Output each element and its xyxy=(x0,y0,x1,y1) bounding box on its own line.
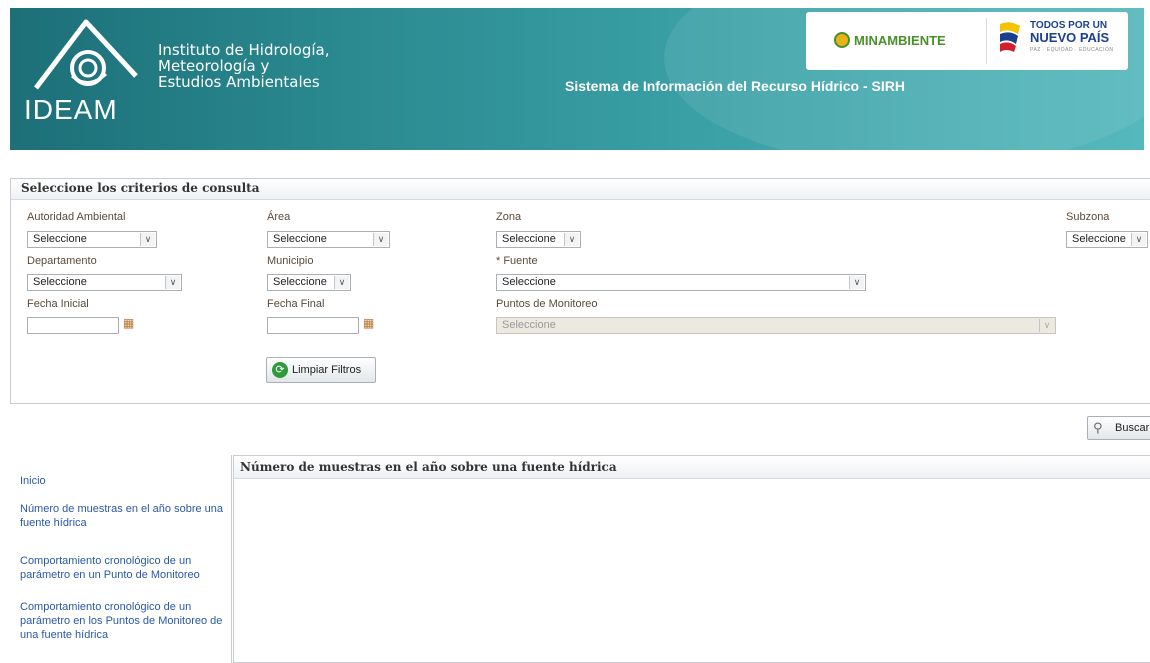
calendar-icon[interactable]: ▦ xyxy=(363,315,379,331)
report-panel: Número de muestras en el año sobre una f… xyxy=(233,455,1150,663)
search-label: Buscar xyxy=(1115,422,1150,434)
logo-text: IDEAM xyxy=(24,94,118,125)
fecha-final-label: Fecha Final xyxy=(267,298,325,310)
brand-divider xyxy=(986,18,987,64)
institute-line: Estudios Ambientales xyxy=(158,73,320,91)
gov-text-line2: NUEVO PAÍS xyxy=(1030,30,1110,45)
chevron-down-icon: ∨ xyxy=(334,276,349,289)
zona-label: Zona xyxy=(496,211,522,223)
gov-text-line3: PAZ · EQUIDAD · EDUCACIÓN xyxy=(1030,47,1114,53)
puntos-label: Puntos de Monitoreo xyxy=(496,298,598,310)
chevron-down-icon: ∨ xyxy=(849,276,864,289)
system-title: Sistema de Información del Recurso Hídri… xyxy=(565,78,905,94)
area-value: Seleccione xyxy=(273,233,327,245)
institute-name: Instituto de Hidrología, Meteorología y … xyxy=(158,42,398,90)
minambiente-text: MINAMBIENTE xyxy=(854,32,946,48)
chevron-down-icon: ∨ xyxy=(564,233,579,246)
puntos-value: Seleccione xyxy=(502,319,556,331)
nav-item-parametro-fuente[interactable]: Comportamiento cronológico de un parámet… xyxy=(20,600,225,642)
puntos-select[interactable]: Seleccione ∨ xyxy=(496,317,1056,334)
chevron-down-icon: ∨ xyxy=(165,276,180,289)
fuente-value: Seleccione xyxy=(502,276,556,288)
area-label: Área xyxy=(267,211,291,223)
subzona-label: Subzona xyxy=(1066,211,1110,223)
clear-filters-label: Limpiar Filtros xyxy=(292,364,362,376)
fecha-final-input[interactable] xyxy=(267,317,359,334)
criteria-panel: Seleccione los criterios de consulta Aut… xyxy=(10,178,1150,404)
fuente-label: * Fuente xyxy=(496,255,538,267)
departamento-select[interactable]: Seleccione ∨ xyxy=(27,274,182,291)
nav-item-parametro-punto[interactable]: Comportamiento cronológico de un parámet… xyxy=(20,554,225,582)
departamento-label: Departamento xyxy=(27,255,97,267)
ideam-logo-icon xyxy=(34,19,138,90)
municipio-select[interactable]: Seleccione ∨ xyxy=(267,274,351,291)
autoridad-select[interactable]: Seleccione ∨ xyxy=(27,231,157,248)
seal-icon xyxy=(834,32,850,48)
minambiente-logo: MINAMBIENTE xyxy=(834,32,946,48)
search-button[interactable]: ⚲ Buscar xyxy=(1087,416,1150,440)
header-banner: IDEAM Instituto de Hidrología, Meteorolo… xyxy=(10,8,1144,150)
municipio-label: Municipio xyxy=(267,255,314,267)
autoridad-label: Autoridad Ambiental xyxy=(27,211,126,223)
fecha-inicial-input[interactable] xyxy=(27,317,119,334)
refresh-icon: ⟳ xyxy=(272,362,288,378)
area-select[interactable]: Seleccione ∨ xyxy=(267,231,390,248)
nav-item-muestras[interactable]: Número de muestras en el año sobre una f… xyxy=(20,502,225,530)
departamento-value: Seleccione xyxy=(33,276,87,288)
criteria-title: Seleccione los criterios de consulta xyxy=(11,179,1150,200)
institute-line: Instituto de Hidrología, xyxy=(158,41,330,59)
autoridad-value: Seleccione xyxy=(33,233,87,245)
report-title: Número de muestras en el año sobre una f… xyxy=(234,456,1150,479)
subzona-select[interactable]: Seleccione ∨ xyxy=(1066,231,1148,248)
nav-item-inicio[interactable]: Inicio xyxy=(20,474,225,488)
binoculars-icon: ⚲ xyxy=(1093,420,1103,435)
clear-filters-button[interactable]: ⟳ Limpiar Filtros xyxy=(266,357,376,383)
gov-logo: TODOS POR UN NUEVO PAÍS PAZ · EQUIDAD · … xyxy=(996,20,1114,56)
calendar-icon[interactable]: ▦ xyxy=(123,315,139,331)
zona-select[interactable]: Seleccione ∨ xyxy=(496,231,581,248)
brand-logos: MINAMBIENTE TODOS POR UN NUEVO PAÍS PAZ … xyxy=(806,12,1128,70)
institute-line: Meteorología y xyxy=(158,57,270,75)
fuente-select[interactable]: Seleccione ∨ xyxy=(496,274,866,291)
fecha-inicial-label: Fecha Inicial xyxy=(27,298,89,310)
chevron-down-icon: ∨ xyxy=(140,233,155,246)
chevron-down-icon: ∨ xyxy=(1131,233,1146,246)
zona-value: Seleccione xyxy=(502,233,556,245)
flag-icon xyxy=(1000,22,1020,52)
chevron-down-icon: ∨ xyxy=(373,233,388,246)
chevron-down-icon: ∨ xyxy=(1039,319,1054,332)
report-nav: Inicio Número de muestras en el año sobr… xyxy=(10,455,232,663)
municipio-value: Seleccione xyxy=(273,276,327,288)
subzona-value: Seleccione xyxy=(1072,233,1126,245)
